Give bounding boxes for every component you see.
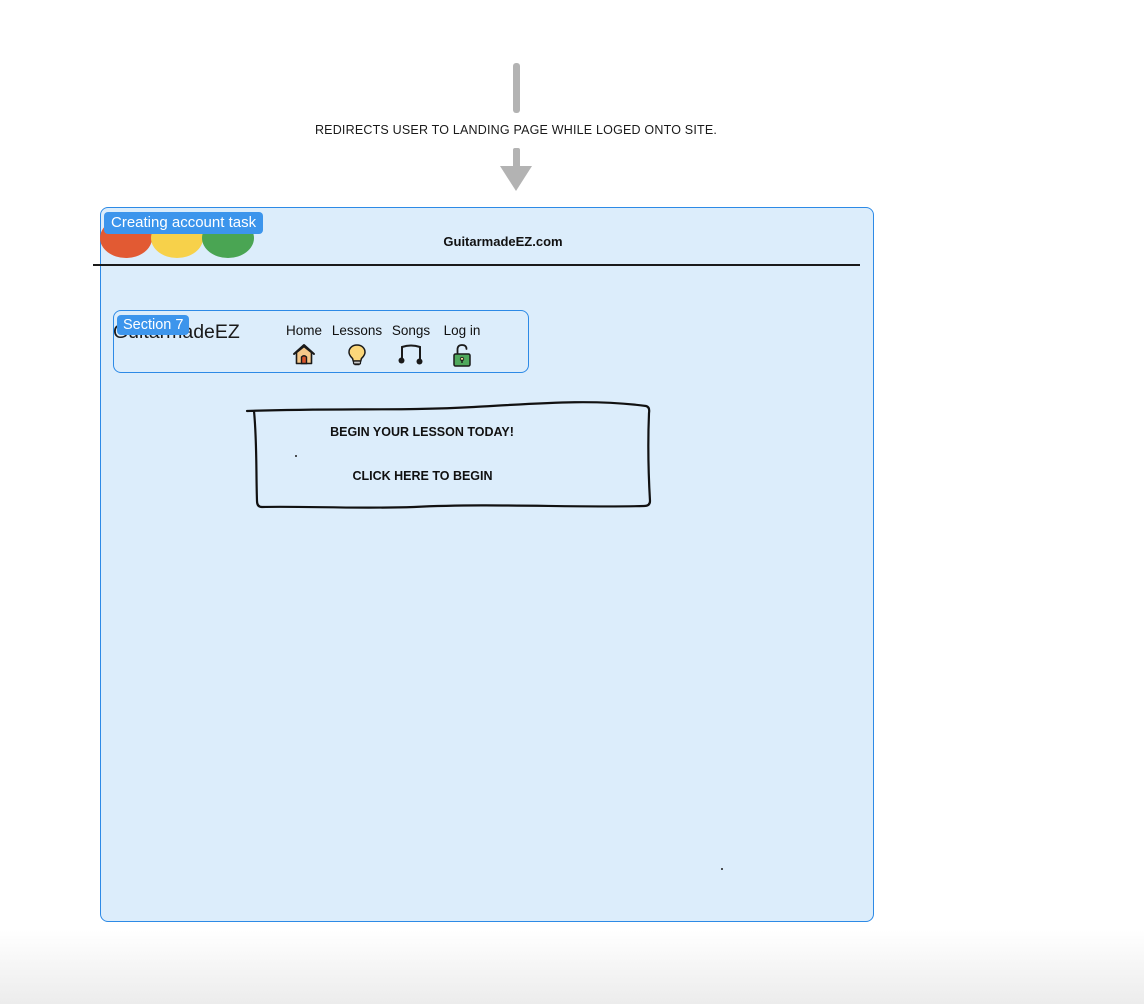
cta-heading: BEGIN YOUR LESSON TODAY! (330, 425, 514, 439)
arrow-down-icon (500, 166, 532, 191)
nav-item-label: Home (285, 323, 322, 338)
nav-item-label: Lessons (331, 323, 383, 338)
lightbulb-icon (348, 344, 366, 366)
house-icon (293, 344, 315, 365)
nav-item-home[interactable]: Home (284, 322, 324, 365)
nav-item-label: Songs (391, 323, 431, 338)
nav-item-label: Log in (443, 323, 481, 338)
canvas-bottom-edge (0, 930, 1144, 1004)
flow-arrow-label: REDIRECTS USER TO LANDING PAGE WHILE LOG… (314, 123, 718, 137)
unlock-icon (453, 344, 471, 367)
nav-item-songs[interactable]: Songs (390, 322, 432, 365)
stray-mark (295, 455, 297, 457)
section-tag[interactable]: Section 7 (117, 315, 190, 335)
flow-arrow-shaft (513, 63, 520, 113)
stray-mark (721, 868, 723, 870)
begin-lesson-button[interactable]: CLICK HERE TO BEGIN (320, 469, 525, 483)
cta-sketch-box (245, 401, 652, 509)
site-url: GuitarmadeEZ.com (443, 234, 563, 249)
music-note-icon (398, 344, 423, 365)
header-divider (93, 264, 860, 266)
nav-item-login[interactable]: Log in (440, 322, 484, 367)
frame-tag[interactable]: Creating account task (104, 212, 264, 234)
nav-item-lessons[interactable]: Lessons (330, 322, 384, 367)
